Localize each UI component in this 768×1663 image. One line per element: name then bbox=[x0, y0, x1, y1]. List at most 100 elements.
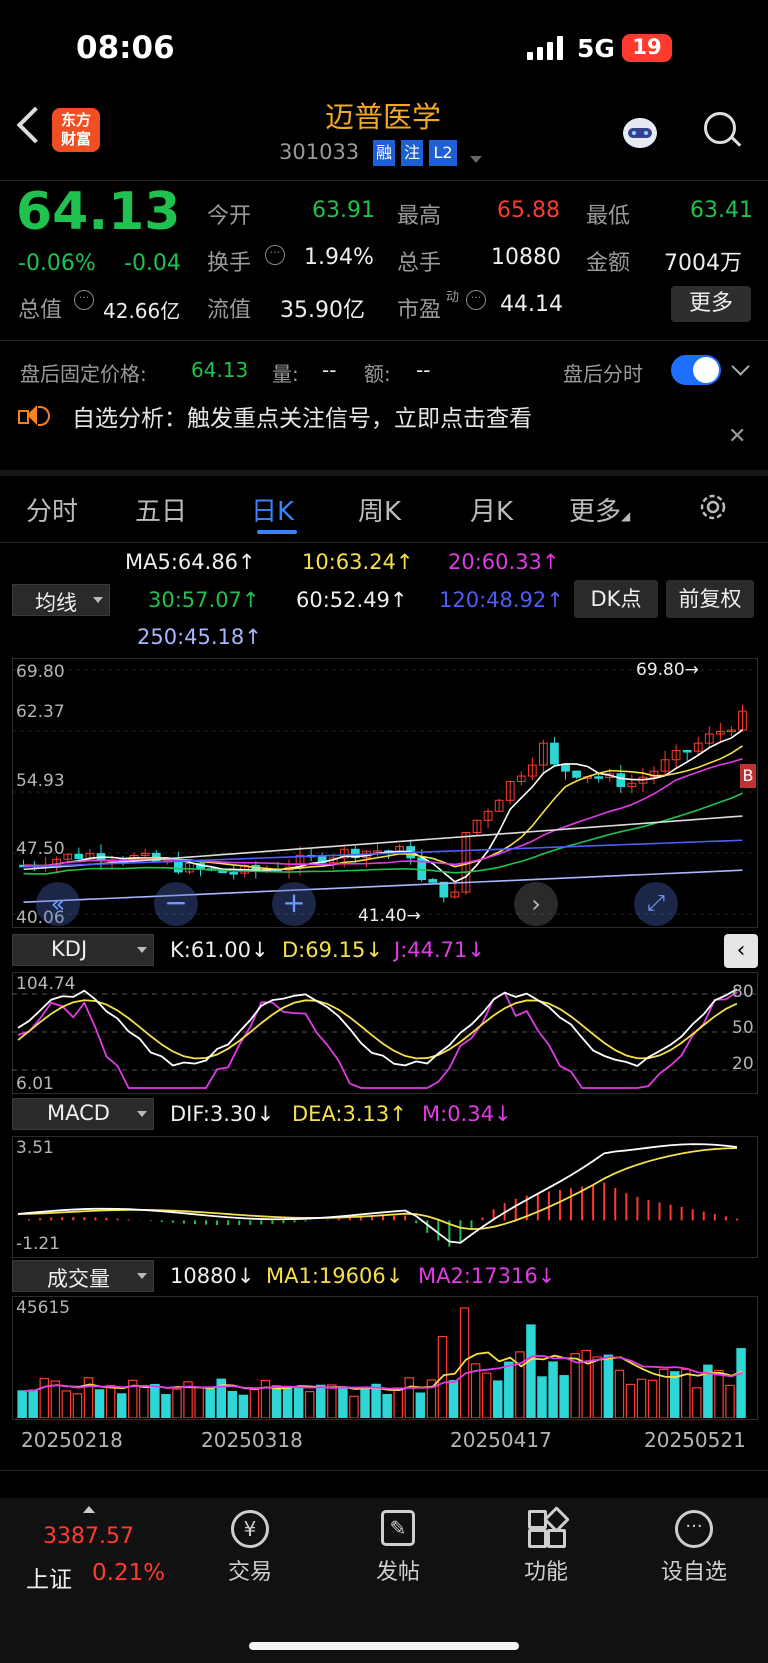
nav-functions[interactable]: 功能 bbox=[491, 1506, 601, 1590]
back-icon[interactable] bbox=[16, 106, 54, 144]
volume-bar bbox=[293, 1386, 304, 1418]
app-logo[interactable]: 东方 财富 bbox=[52, 108, 100, 152]
kdj-chart bbox=[12, 988, 756, 1089]
zoom-in-icon[interactable]: + bbox=[272, 882, 316, 926]
nav-functions-label: 功能 bbox=[523, 1560, 568, 1585]
badge-margin-label: 融 bbox=[375, 143, 392, 162]
after-hours-vol-label: 量: bbox=[272, 362, 299, 386]
volume-bar bbox=[61, 1390, 72, 1418]
mktcap-label: 总值 bbox=[18, 298, 63, 323]
tab-intraday-label: 分时 bbox=[26, 497, 79, 527]
tab-intraday[interactable]: 分时 bbox=[26, 491, 78, 528]
volume-bar bbox=[150, 1383, 160, 1418]
volume-bar bbox=[161, 1394, 171, 1418]
macd-selector[interactable]: MACD bbox=[12, 1098, 154, 1130]
fullscreen-icon[interactable]: ⤢ bbox=[634, 882, 678, 926]
grid-icon bbox=[528, 1506, 570, 1548]
tab-five-day[interactable]: 五日 bbox=[135, 491, 187, 528]
change-amount: -0.04 bbox=[124, 251, 181, 276]
after-hours-toggle[interactable] bbox=[671, 355, 721, 385]
ma30-value: 30:57.07↑ bbox=[148, 588, 260, 612]
candle bbox=[682, 750, 692, 753]
macd-chart bbox=[17, 1143, 738, 1247]
volume-label: 总手 bbox=[397, 251, 442, 276]
robot-assistant-icon[interactable] bbox=[619, 114, 661, 152]
volume-bar bbox=[448, 1380, 459, 1418]
macd-tick-top: 3.51 bbox=[16, 1138, 54, 1158]
volume-bar bbox=[459, 1307, 470, 1418]
ma120-value: 120:48.92↑ bbox=[439, 588, 564, 612]
adjust-button[interactable]: 前复权 bbox=[666, 580, 754, 618]
dk-point-label: DK点 bbox=[590, 587, 642, 611]
candle bbox=[74, 853, 84, 860]
more-button[interactable]: 更多 bbox=[671, 286, 751, 322]
stock-code: 301033 bbox=[279, 140, 360, 164]
after-hours-amt-label: 额: bbox=[364, 362, 391, 386]
volume-bar bbox=[570, 1353, 580, 1418]
volume-bar bbox=[327, 1384, 337, 1418]
volume-bar bbox=[404, 1377, 415, 1418]
volume-bar bbox=[105, 1384, 116, 1418]
dk-point-button[interactable]: DK点 bbox=[574, 580, 658, 618]
volume-bar bbox=[725, 1384, 735, 1418]
volume-bar bbox=[238, 1394, 249, 1418]
index-value[interactable]: 3387.57 bbox=[43, 1524, 134, 1549]
expand-chevron-icon[interactable] bbox=[731, 357, 750, 376]
volume-bar bbox=[172, 1388, 182, 1418]
pe-info-icon[interactable]: ··· bbox=[466, 290, 486, 310]
header-dropdown-icon[interactable] bbox=[470, 156, 482, 163]
volume-bar bbox=[94, 1389, 105, 1418]
volume-bar bbox=[17, 1390, 27, 1418]
candle bbox=[439, 881, 449, 898]
after-hours-toggle-label: 盘后分时 bbox=[563, 362, 643, 386]
nav-post[interactable]: ✎ 发帖 bbox=[343, 1510, 453, 1590]
kline-end-marker: B bbox=[740, 764, 756, 788]
notice-text[interactable]: 自选分析：触发重点关注信号，立即点击查看 bbox=[72, 399, 532, 433]
close-icon[interactable]: ✕ bbox=[728, 424, 746, 449]
volume-bar bbox=[249, 1389, 260, 1418]
open-label: 今开 bbox=[207, 204, 252, 229]
search-icon[interactable] bbox=[704, 112, 742, 147]
trade-icon: ¥ bbox=[231, 1510, 269, 1548]
index-change: 0.21% bbox=[92, 1560, 166, 1586]
nav-add-watchlist[interactable]: ··· 设自选 bbox=[639, 1510, 749, 1590]
scroll-right-icon[interactable]: › bbox=[514, 882, 558, 926]
kdj-selector[interactable]: KDJ bbox=[12, 934, 154, 966]
tab-daily-k[interactable]: 日K bbox=[251, 491, 294, 528]
tab-more[interactable]: 更多◢ bbox=[569, 491, 630, 528]
ma-selector[interactable]: 均线 bbox=[12, 584, 110, 616]
pe-label: 市盈 bbox=[397, 298, 442, 323]
kdj-level-50: 50 bbox=[732, 1018, 754, 1038]
nav-trade[interactable]: ¥ 交易 bbox=[195, 1510, 305, 1590]
volume-selector[interactable]: 成交量 bbox=[12, 1260, 154, 1292]
turnover-label: 换手 bbox=[207, 251, 252, 276]
tab-weekly-k[interactable]: 周K bbox=[358, 491, 401, 528]
scroll-left-icon[interactable]: « bbox=[36, 882, 80, 926]
volume-ma2: MA2:17316↓ bbox=[418, 1264, 556, 1288]
low-label: 最低 bbox=[586, 204, 631, 229]
mktcap-info-icon[interactable]: ··· bbox=[74, 290, 94, 310]
kdj-level-20: 20 bbox=[732, 1054, 754, 1074]
zoom-out-icon[interactable]: − bbox=[154, 882, 198, 926]
volume-bar bbox=[559, 1375, 569, 1418]
collapse-panel-icon[interactable]: ‹ bbox=[724, 934, 758, 968]
volume-bar bbox=[548, 1361, 558, 1418]
volume-bar bbox=[681, 1368, 691, 1418]
volume-tick-top: 45615 bbox=[16, 1298, 71, 1318]
settings-gear-icon[interactable] bbox=[697, 491, 729, 523]
ma10-line bbox=[23, 745, 743, 871]
open-value: 63.91 bbox=[312, 198, 375, 223]
volume-bar bbox=[481, 1372, 492, 1418]
high-value: 65.88 bbox=[497, 198, 560, 223]
amount-value: 7004万 bbox=[664, 251, 742, 276]
tab-monthly-k[interactable]: 月K bbox=[470, 491, 513, 528]
macd-dea-line bbox=[17, 1147, 737, 1231]
candle bbox=[594, 776, 604, 779]
index-expand-icon[interactable] bbox=[83, 1506, 95, 1513]
badge-l2-label: L2 bbox=[433, 143, 453, 162]
pe-value: 44.14 bbox=[500, 292, 563, 317]
volume-bar bbox=[316, 1384, 326, 1418]
macd-m-value: M:0.34↓ bbox=[422, 1102, 512, 1126]
volume-bar bbox=[72, 1393, 83, 1418]
turnover-info-icon[interactable]: ··· bbox=[265, 245, 285, 265]
